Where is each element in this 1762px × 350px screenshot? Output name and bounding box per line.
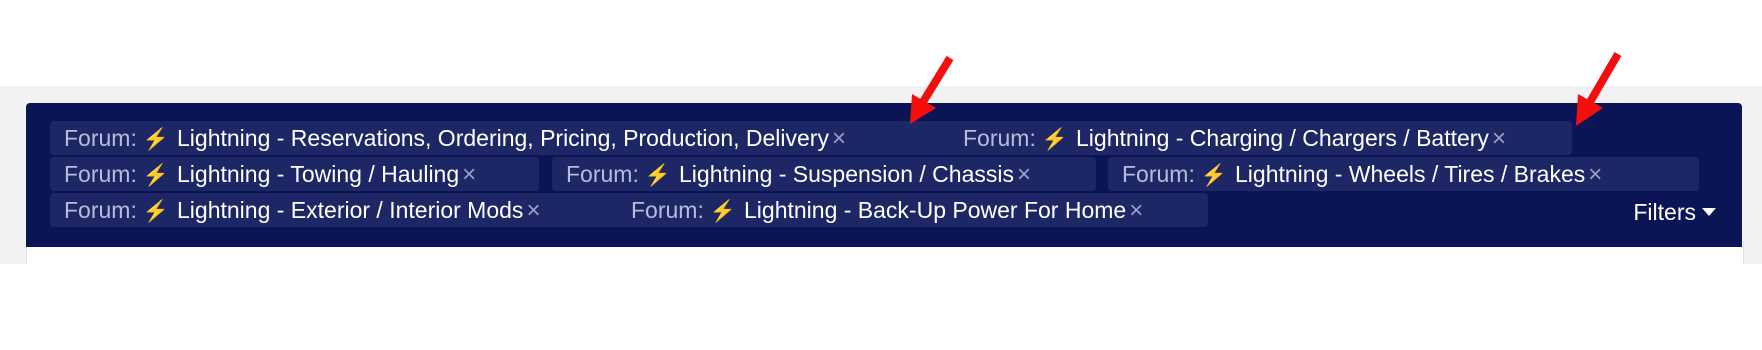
chip-prefix: Forum:: [64, 125, 137, 151]
chip-title: Lightning - Exterior / Interior Mods: [177, 197, 524, 223]
chip-title: Lightning - Towing / Hauling: [177, 161, 460, 187]
filter-chip[interactable]: Forum: ⚡ Lightning - Wheels / Tires / Brak…: [1108, 157, 1699, 191]
close-icon[interactable]: ×: [526, 197, 540, 224]
lightning-bolt-icon: ⚡: [1200, 164, 1227, 187]
close-icon[interactable]: ×: [832, 125, 846, 152]
lightning-bolt-icon: ⚡: [709, 200, 736, 223]
chip-prefix: Forum:: [64, 197, 137, 223]
chip-prefix: Forum:: [1122, 161, 1195, 187]
close-icon[interactable]: ×: [1129, 197, 1143, 224]
filter-chip[interactable]: Forum: ⚡ Lightning - Back-Up Power For Hom…: [617, 193, 1208, 227]
annotation-arrow-icon: [1576, 51, 1622, 126]
close-icon[interactable]: ×: [462, 161, 476, 188]
chip-title: Lightning - Back-Up Power For Home: [744, 197, 1127, 223]
filter-chip[interactable]: Forum: ⚡ Lightning - Exterior / Interior M…: [50, 193, 635, 227]
chip-prefix: Forum:: [566, 161, 639, 187]
close-icon[interactable]: ×: [1588, 161, 1602, 188]
chip-title: Lightning - Suspension / Chassis: [679, 161, 1014, 187]
chip-prefix: Forum:: [631, 197, 704, 223]
close-icon[interactable]: ×: [1492, 125, 1506, 152]
chip-title: Lightning - Charging / Chargers / Batter…: [1076, 125, 1489, 151]
annotation-arrow-icon: [910, 55, 954, 124]
filter-chip[interactable]: Forum: ⚡ Lightning - Towing / Hauling ×: [50, 157, 539, 191]
active-filters-bar: Forum: ⚡ Lightning - Reservations, Orderin…: [26, 103, 1742, 247]
lightning-bolt-icon: ⚡: [142, 164, 169, 187]
filter-chip[interactable]: Forum: ⚡ Lightning - Reservations, Orderin…: [50, 121, 967, 155]
lightning-bolt-icon: ⚡: [644, 164, 671, 187]
close-icon[interactable]: ×: [1017, 161, 1031, 188]
lightning-bolt-icon: ⚡: [142, 200, 169, 223]
filters-dropdown-button[interactable]: Filters: [1633, 195, 1716, 229]
lightning-bolt-icon: ⚡: [142, 128, 169, 151]
chip-prefix: Forum:: [963, 125, 1036, 151]
caret-down-icon: [1702, 207, 1716, 216]
filter-chip[interactable]: Forum: ⚡ Lightning - Suspension / Chassis ×: [552, 157, 1096, 191]
chip-title: Lightning - Reservations, Ordering, Pric…: [177, 125, 829, 151]
filters-label: Filters: [1633, 199, 1696, 225]
chip-title: Lightning - Wheels / Tires / Brakes: [1235, 161, 1586, 187]
lightning-bolt-icon: ⚡: [1041, 128, 1068, 151]
filter-chip[interactable]: Forum: ⚡ Lightning - Charging / Chargers /…: [949, 121, 1572, 155]
chip-prefix: Forum:: [64, 161, 137, 187]
